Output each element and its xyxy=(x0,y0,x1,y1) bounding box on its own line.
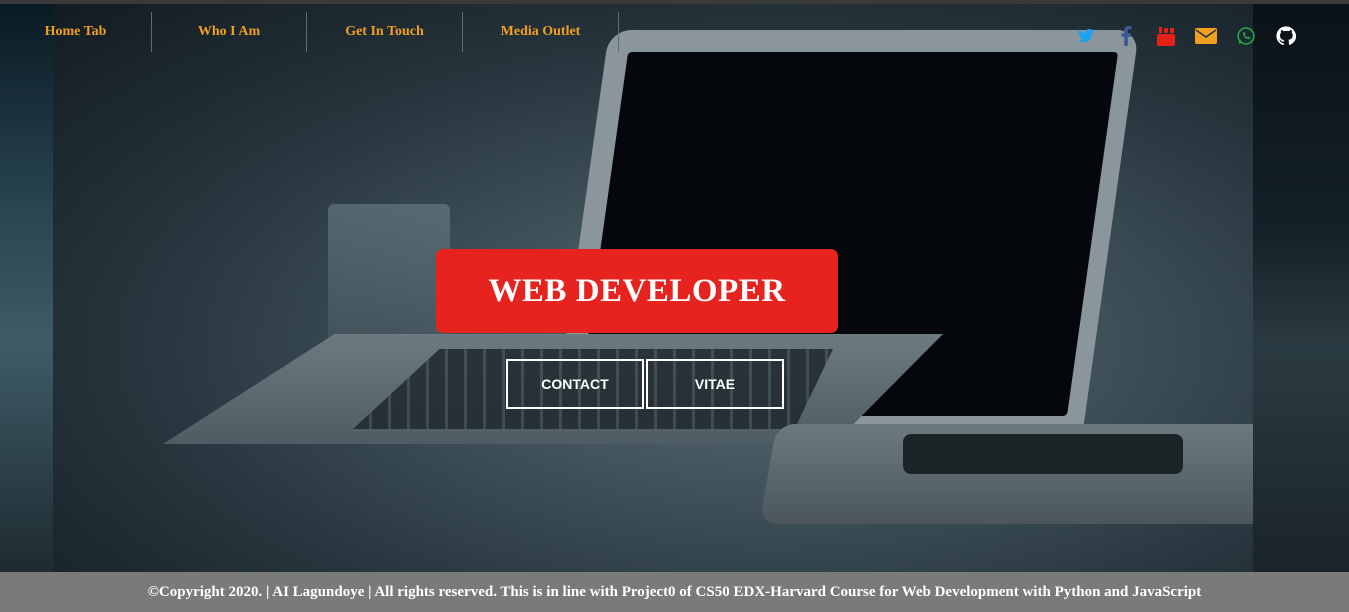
email-icon[interactable] xyxy=(1186,24,1226,48)
nav-get-in-touch[interactable]: Get In Touch xyxy=(307,12,463,52)
facebook-icon[interactable] xyxy=(1106,24,1146,48)
nav-who-i-am[interactable]: Who I Am xyxy=(152,12,307,52)
footer-copyright: ©Copyright 2020. | AI Lagundoye | All ri… xyxy=(147,583,1202,600)
twitter-icon[interactable] xyxy=(1066,24,1106,48)
background-side-right xyxy=(1253,4,1349,572)
main-nav: Home Tab Who I Am Get In Touch Media Out… xyxy=(0,12,619,52)
glass-image xyxy=(328,204,450,354)
nav-home-tab[interactable]: Home Tab xyxy=(0,12,152,52)
github-icon[interactable] xyxy=(1266,24,1306,48)
hero-title: WEB DEVELOPER xyxy=(436,249,838,333)
phone-screen-image xyxy=(903,434,1183,474)
whatsapp-icon[interactable] xyxy=(1226,24,1266,48)
contact-button[interactable]: CONTACT xyxy=(506,359,644,409)
background-side-left xyxy=(0,4,53,572)
youtube-icon[interactable] xyxy=(1146,24,1186,48)
nav-media-outlet[interactable]: Media Outlet xyxy=(463,12,619,52)
vitae-button[interactable]: VITAE xyxy=(646,359,784,409)
footer: ©Copyright 2020. | AI Lagundoye | All ri… xyxy=(0,572,1349,612)
social-links xyxy=(1066,24,1306,48)
